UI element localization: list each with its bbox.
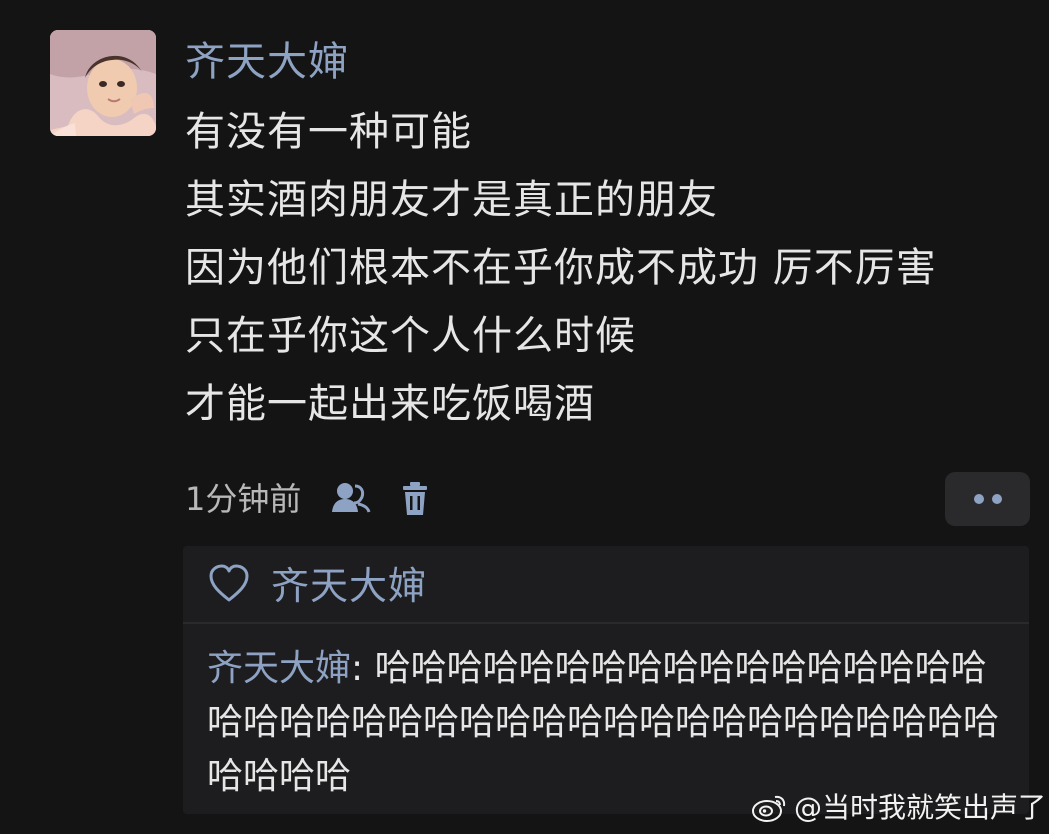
heart-icon[interactable] [207,564,251,608]
card-divider [183,622,1029,624]
post-meta-row: 1分钟前 [185,473,457,525]
more-dots-icon [991,494,1002,504]
comment-author[interactable]: 齐天大婶 [207,648,351,689]
weibo-watermark: @当时我就笑出声了 [750,788,1046,828]
post-text-line: 有没有一种可能 [185,109,472,155]
trash-icon[interactable] [393,477,437,521]
moments-screen: 齐天大婶 有没有一种可能 其实酒肉朋友才是真正的朋友 因为他们根本不在乎你成不成… [0,0,1049,834]
post-text-line: 其实酒肉朋友才是真正的朋友 [185,177,718,223]
more-dots-icon [973,494,984,504]
avatar[interactable] [50,30,156,136]
more-options-button[interactable] [945,472,1030,526]
like-user-name[interactable]: 齐天大婶 [271,560,427,612]
post-text-line: 因为他们根本不在乎你成不成功 厉不厉害 [185,245,937,291]
post-author-name[interactable]: 齐天大婶 [185,36,349,88]
post-text-line: 才能一起出来吃饭喝酒 [185,381,595,427]
post-text-line: 只在乎你这个人什么时候 [185,313,636,359]
user-visibility-icon[interactable] [329,477,373,521]
comment[interactable]: 齐天大婶: 哈哈哈哈哈哈哈哈哈哈哈哈哈哈哈哈哈哈哈哈哈哈哈哈哈哈哈哈哈哈哈哈哈哈… [207,642,1019,804]
avatar-photo [50,30,156,136]
comment-separator: : [351,648,375,689]
likes-row: 齐天大婶 [207,560,427,612]
likes-comments-card: 齐天大婶 齐天大婶: 哈哈哈哈哈哈哈哈哈哈哈哈哈哈哈哈哈哈哈哈哈哈哈哈哈哈哈哈哈… [183,546,1029,814]
post-content: 有没有一种可能 其实酒肉朋友才是真正的朋友 因为他们根本不在乎你成不成功 厉不厉… [185,98,1020,438]
watermark-text: @当时我就笑出声了 [794,791,1047,824]
post-timestamp: 1分钟前 [185,480,302,518]
weibo-logo-icon [752,795,786,822]
